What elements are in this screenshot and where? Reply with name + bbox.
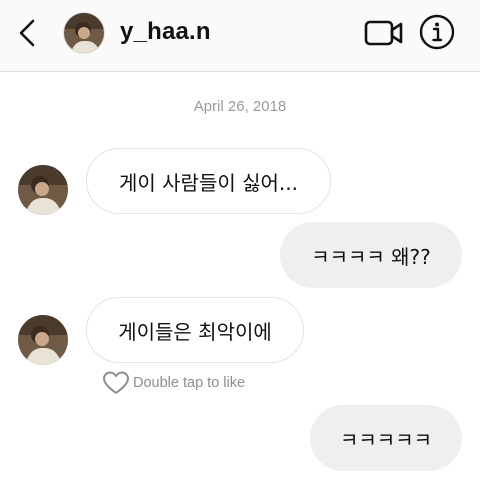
message-text: 게이 사람들이 싫어... [119, 170, 298, 195]
info-button[interactable] [419, 14, 455, 50]
back-button[interactable] [14, 18, 44, 48]
chevron-left-icon [19, 19, 35, 47]
message-bubble-outgoing[interactable]: ㅋㅋㅋㅋㅋ [310, 405, 462, 471]
info-circle-icon [419, 14, 455, 50]
message-text: 게이들은 최악이에 [118, 319, 272, 344]
double-tap-like-hint[interactable]: Double tap to like [102, 370, 245, 396]
message-text: ㅋㅋㅋㅋㅋ [340, 427, 432, 452]
sender-avatar[interactable] [18, 315, 68, 365]
sender-avatar[interactable] [18, 165, 68, 215]
thread-date: April 26, 2018 [193, 98, 287, 115]
video-camera-icon [364, 20, 403, 46]
message-bubble-incoming[interactable]: 게이 사람들이 싫어... [86, 148, 331, 214]
chat-username[interactable]: y_haa.n [120, 18, 211, 46]
like-hint-label: Double tap to like [133, 375, 246, 391]
message-text: ㅋㅋㅋㅋ 왜?? [311, 244, 431, 269]
chat-header: y_haa.n [0, 0, 480, 72]
video-call-button[interactable] [364, 17, 404, 49]
header-avatar[interactable] [63, 12, 105, 54]
message-bubble-outgoing[interactable]: ㅋㅋㅋㅋ 왜?? [280, 222, 462, 288]
heart-icon [103, 371, 129, 394]
message-bubble-incoming[interactable]: 게이들은 최악이에 [86, 297, 304, 363]
